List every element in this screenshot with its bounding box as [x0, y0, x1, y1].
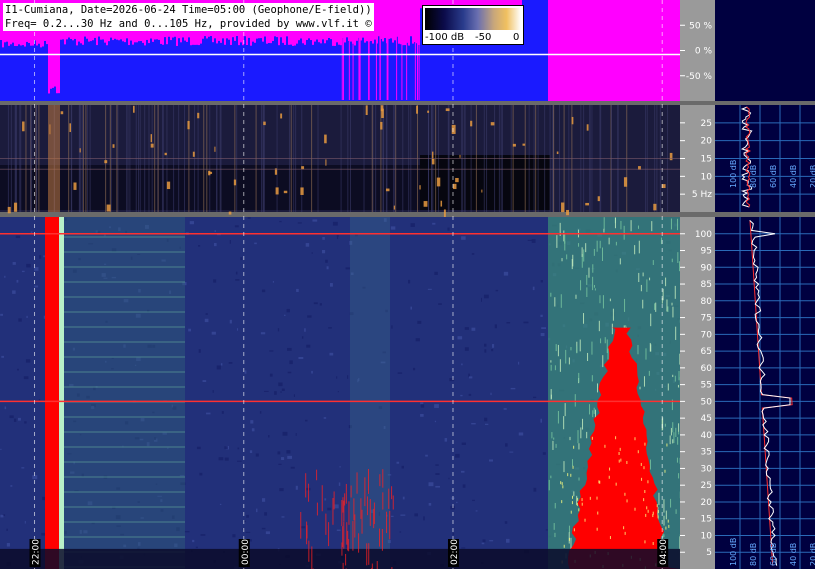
main-tick-label: 65: [701, 347, 712, 357]
panel-separator-top: [0, 101, 815, 105]
amplitude-tick-label: 50 %: [689, 21, 712, 31]
main-tick-label: 20: [701, 498, 713, 508]
main-tick-label: 95: [701, 247, 712, 257]
lf-tick-label: 10: [701, 172, 713, 182]
time-tick-label: 02:00: [450, 539, 460, 565]
colorbar-gradient: [425, 8, 521, 30]
main-tick-label: 30: [701, 464, 713, 474]
main-tick-label: 80: [701, 297, 713, 307]
main-tick-label: 55: [701, 381, 712, 391]
main-tick-label: 25: [701, 481, 712, 491]
lf-profile-label: 80 dB: [749, 165, 758, 188]
main-tick-label: 40: [701, 431, 713, 441]
time-tick-label: 00:00: [241, 539, 251, 565]
main-tick-label: 15: [701, 515, 712, 525]
page-title: I1-Cumiana, Date=2026-06-24 Time=05:00 (…: [3, 3, 374, 17]
main-profile-label: 40 dB: [789, 543, 798, 566]
lf-profile-label: 60 dB: [769, 165, 778, 188]
amplitude-side-panel: [715, 0, 815, 101]
colorbar-label-max: 0: [513, 32, 520, 43]
time-tick-label: 22:00: [32, 539, 42, 565]
impulse-band-red: [45, 217, 59, 569]
spectrogram-view: 50 % 0 % -50 % 25 20 15 10 5 Hz 100 dB 80 dB 60 dB…: [0, 0, 815, 569]
lf-profile-label: 20 dB: [809, 165, 815, 188]
main-tick-label: 75: [701, 314, 712, 324]
main-tick-label: 35: [701, 448, 712, 458]
main-tick-label: 60: [701, 364, 713, 374]
lf-tick-label: 5 Hz: [692, 190, 712, 200]
main-tick-label: 5: [706, 548, 712, 558]
frequency-caption: Freq= 0.2...30 Hz and 0...105 Hz, provid…: [3, 17, 374, 31]
main-profile-label: 80 dB: [749, 543, 758, 566]
lf-tick-label: 25: [701, 119, 712, 129]
main-tick-label: 90: [701, 263, 713, 273]
lf-tick-label: 20: [701, 137, 713, 147]
panel-separator-middle: [0, 212, 815, 217]
main-tick-label: 100: [695, 230, 712, 240]
main-tick-label: 85: [701, 280, 712, 290]
main-profile-label: 100 dB: [729, 538, 738, 566]
main-tick-label: 50: [701, 397, 713, 407]
main-tick-label: 45: [701, 414, 712, 424]
colorbar-legend: -100 dB -50 0: [422, 5, 524, 45]
main-profile-label: 60 dB: [769, 543, 778, 566]
lf-profile-label: 40 dB: [789, 165, 798, 188]
lf-tick-label: 15: [701, 155, 712, 165]
main-tick-label: 10: [701, 531, 713, 541]
lf-profile-label: 100 dB: [729, 160, 738, 188]
main-tick-label: 70: [701, 330, 713, 340]
spectrogram-plot: 50 % 0 % -50 % 25 20 15 10 5 Hz 100 dB 80 dB 60 dB…: [0, 0, 815, 569]
time-tick-label: 04:00: [659, 539, 669, 565]
impulse-band-light: [59, 217, 64, 569]
colorbar-label-mid: -50: [475, 32, 492, 43]
colorbar-label-min: -100 dB: [425, 32, 465, 43]
amplitude-tick-label: -50 %: [686, 72, 713, 82]
main-profile-label: 20 dB: [809, 543, 815, 566]
amplitude-tick-label: 0 %: [695, 47, 713, 57]
